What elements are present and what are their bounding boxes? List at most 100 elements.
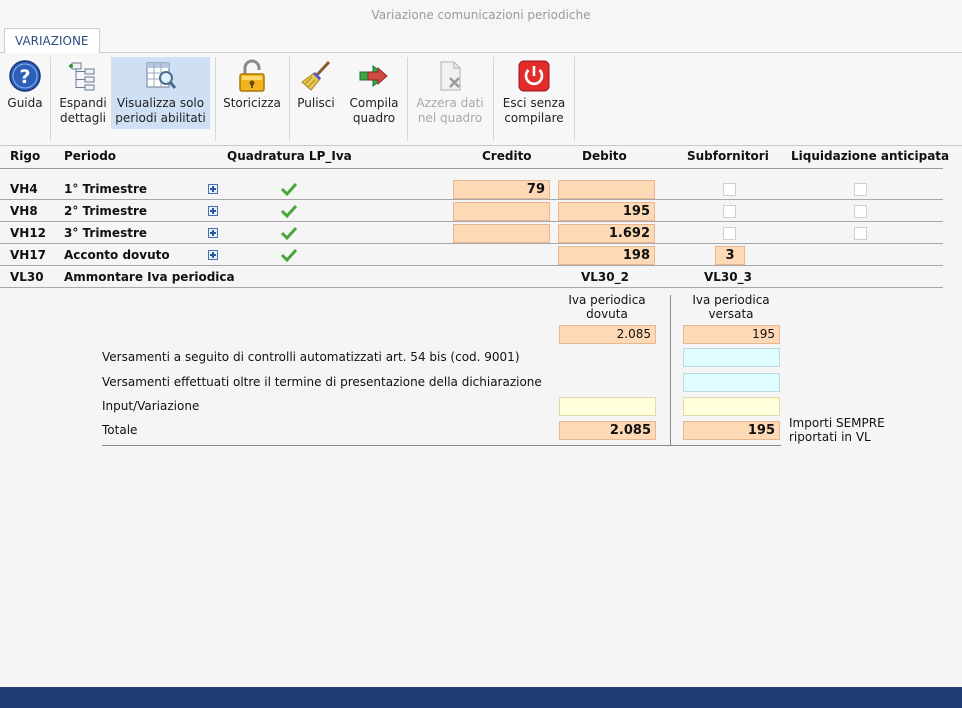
row-divider bbox=[0, 287, 943, 288]
credito-field[interactable]: 79 bbox=[453, 180, 550, 199]
espandi-label-2: dettagli bbox=[59, 111, 107, 125]
visualizza-periodi-button[interactable]: Visualizza solo periodi abilitati bbox=[111, 57, 210, 129]
row-period: Acconto dovuto bbox=[64, 248, 170, 262]
row-divider bbox=[0, 243, 943, 244]
esci-label-2: compilare bbox=[504, 111, 564, 125]
subfornitori-checkbox[interactable] bbox=[723, 183, 736, 196]
row-period: 1° Trimestre bbox=[64, 182, 148, 196]
espandi-dettagli-button[interactable]: Espandi dettagli bbox=[55, 57, 111, 129]
iva-versata-title-1: Iva periodica bbox=[692, 293, 770, 307]
esci-senza-compilare-button[interactable]: Esci senza compilare bbox=[498, 57, 570, 129]
row-code: VH4 bbox=[10, 182, 38, 196]
compila-label-2: quadro bbox=[352, 111, 396, 125]
row-period: 3° Trimestre bbox=[64, 226, 148, 240]
vl30-code: VL30 bbox=[10, 270, 44, 284]
iva-dovuta-title-2: dovuta bbox=[586, 307, 628, 321]
check-icon bbox=[280, 226, 298, 240]
status-bar bbox=[0, 687, 962, 708]
row-code: VH12 bbox=[10, 226, 47, 240]
header-rigo: Rigo bbox=[10, 149, 41, 163]
toolbar-separator bbox=[50, 57, 51, 141]
subfornitori-checkbox[interactable] bbox=[723, 205, 736, 218]
iva-versata-field[interactable]: 195 bbox=[683, 325, 780, 344]
azzera-label-2: nel quadro bbox=[417, 111, 483, 125]
liquidazione-checkbox[interactable] bbox=[854, 205, 867, 218]
debito-field[interactable]: 198 bbox=[558, 246, 655, 265]
expand-plus-icon[interactable] bbox=[208, 250, 218, 260]
totale-dovuta-field: 2.085 bbox=[559, 421, 656, 440]
input-versata-field[interactable] bbox=[683, 397, 780, 416]
note-importi: Importi SEMPRE riportati in VL bbox=[789, 416, 885, 444]
toolbar-separator bbox=[215, 57, 216, 141]
header-debito: Debito bbox=[582, 149, 627, 163]
expand-plus-icon[interactable] bbox=[208, 184, 218, 194]
guida-label: Guida bbox=[7, 96, 43, 110]
row-divider bbox=[0, 265, 943, 266]
pulisci-label: Pulisci bbox=[297, 96, 335, 110]
column-divider bbox=[670, 295, 671, 446]
versamenti-controlli-field[interactable] bbox=[683, 348, 780, 367]
broom-icon bbox=[301, 60, 331, 91]
help-icon: ? bbox=[9, 60, 41, 92]
window-title: Variazione comunicazioni periodiche bbox=[0, 0, 962, 30]
check-icon bbox=[280, 248, 298, 262]
vl30-label: Ammontare Iva periodica bbox=[64, 270, 235, 284]
svg-text:?: ? bbox=[19, 66, 30, 88]
totale-versata-field: 195 bbox=[683, 421, 780, 440]
check-icon bbox=[280, 204, 298, 218]
vl30-2-code: VL30_2 bbox=[581, 270, 629, 284]
header-liquidazione: Liquidazione anticipata bbox=[791, 149, 950, 163]
tab-strip: VARIAZIONE bbox=[0, 27, 962, 54]
table-search-icon bbox=[146, 62, 176, 89]
header-credito: Credito bbox=[482, 149, 532, 163]
row-divider bbox=[0, 221, 943, 222]
versamenti-controlli-label: Versamenti a seguito di controlli automa… bbox=[102, 350, 520, 364]
versamenti-oltre-field[interactable] bbox=[683, 373, 780, 392]
totale-label: Totale bbox=[102, 423, 138, 437]
input-variazione-label: Input/Variazione bbox=[102, 399, 200, 413]
row-code: VH8 bbox=[10, 204, 38, 218]
credito-field[interactable] bbox=[453, 202, 550, 221]
header-subfornitori: Subfornitori bbox=[687, 149, 769, 163]
storicizza-button[interactable]: Storicizza bbox=[220, 57, 284, 129]
unlock-icon bbox=[239, 59, 265, 92]
expand-tree-icon bbox=[69, 62, 95, 91]
note-line-1: Importi SEMPRE bbox=[789, 416, 885, 430]
iva-dovuta-title-1: Iva periodica bbox=[568, 293, 646, 307]
check-icon bbox=[280, 182, 298, 196]
iva-dovuta-title: Iva periodica dovuta bbox=[558, 293, 656, 321]
row-divider bbox=[0, 199, 943, 200]
header-periodo: Periodo bbox=[64, 149, 117, 163]
clear-document-icon bbox=[440, 61, 461, 91]
expand-plus-icon[interactable] bbox=[208, 228, 218, 238]
espandi-label-1: Espandi bbox=[59, 96, 107, 110]
toolbar-separator bbox=[493, 57, 494, 141]
versamenti-oltre-label: Versamenti effettuati oltre il termine d… bbox=[102, 375, 542, 389]
liquidazione-checkbox[interactable] bbox=[854, 227, 867, 240]
guida-button[interactable]: ? Guida bbox=[4, 57, 46, 129]
debito-field[interactable] bbox=[558, 180, 655, 199]
row-period: 2° Trimestre bbox=[64, 204, 148, 218]
subfornitori-checkbox[interactable] bbox=[723, 227, 736, 240]
input-dovuta-field[interactable] bbox=[559, 397, 656, 416]
tab-variazione[interactable]: VARIAZIONE bbox=[4, 28, 100, 54]
debito-field[interactable]: 1.692 bbox=[558, 224, 655, 243]
azzera-dati-button[interactable]: Azzera dati nel quadro bbox=[411, 57, 489, 129]
header-quadratura: Quadratura LP_Iva bbox=[227, 149, 352, 163]
pulisci-button[interactable]: Pulisci bbox=[293, 57, 339, 129]
totale-divider bbox=[102, 445, 781, 446]
compila-quadro-button[interactable]: Compila quadro bbox=[345, 57, 403, 129]
liquidazione-checkbox[interactable] bbox=[854, 183, 867, 196]
toolbar-separator bbox=[407, 57, 408, 141]
azzera-label-1: Azzera dati bbox=[416, 96, 484, 110]
credito-field[interactable] bbox=[453, 224, 550, 243]
expand-plus-icon[interactable] bbox=[208, 206, 218, 216]
iva-versata-title: Iva periodica versata bbox=[682, 293, 780, 321]
power-icon bbox=[518, 60, 550, 92]
debito-field[interactable]: 195 bbox=[558, 202, 655, 221]
iva-dovuta-field[interactable]: 2.085 bbox=[559, 325, 656, 344]
subfornitori-field[interactable]: 3 bbox=[715, 246, 745, 265]
iva-versata-title-2: versata bbox=[708, 307, 754, 321]
esci-label-1: Esci senza bbox=[502, 96, 566, 110]
compila-label-1: Compila bbox=[349, 96, 399, 110]
